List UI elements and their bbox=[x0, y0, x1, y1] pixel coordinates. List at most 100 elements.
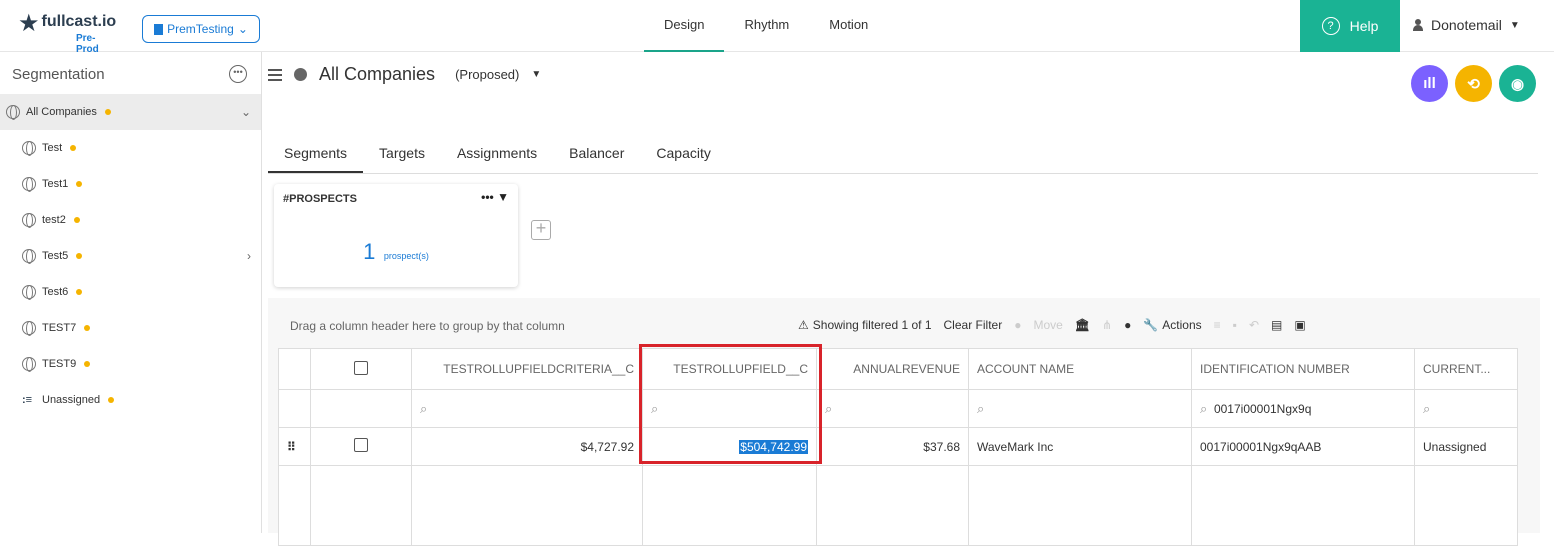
sidebar-item-test9[interactable]: TEST9 bbox=[0, 346, 261, 382]
main-nav: Design Rhythm Motion bbox=[644, 0, 888, 52]
filter-cell[interactable]: ⌕ bbox=[642, 389, 817, 428]
rollup-cell[interactable]: $504,742.99 bbox=[642, 427, 817, 466]
drag-handle-icon[interactable]: ⠿ bbox=[287, 440, 296, 454]
status-dot bbox=[76, 289, 83, 295]
wrench-icon[interactable]: 🔧 bbox=[1143, 318, 1158, 332]
filter-icon[interactable]: ▼ bbox=[497, 190, 509, 204]
row-select-cell bbox=[310, 427, 412, 466]
row-checkbox[interactable] bbox=[354, 438, 368, 452]
ellipsis-icon[interactable]: ••• bbox=[481, 190, 494, 204]
header-row: TESTROLLUPFIELDCRITERIA__C TESTROLLUPFIE… bbox=[278, 348, 1518, 390]
empty-row bbox=[278, 465, 1518, 546]
clear-filter-button[interactable]: Clear Filter bbox=[944, 318, 1003, 332]
id-number-cell[interactable]: 0017i00001Ngx9qAAB bbox=[1191, 427, 1415, 466]
criteria-cell[interactable]: $4,727.92 bbox=[411, 427, 643, 466]
globe-icon bbox=[22, 141, 36, 156]
project-selector-button[interactable]: PremTesting ⌄ bbox=[142, 15, 260, 43]
tab-segments[interactable]: Segments bbox=[268, 136, 364, 173]
empty-cell bbox=[1191, 465, 1415, 546]
sidebar-header: Segmentation ••• bbox=[0, 52, 261, 94]
row-drag-handle[interactable]: ⠿ bbox=[278, 427, 311, 466]
filter-cell[interactable]: ⌕ bbox=[816, 389, 969, 428]
sidebar-item-unassigned[interactable]: :≡ Unassigned bbox=[0, 382, 261, 418]
eye-icon[interactable]: ◉ bbox=[1499, 65, 1536, 102]
save-icon[interactable]: ▪ bbox=[1233, 318, 1237, 332]
sidebar-item-all-companies[interactable]: All Companies ⌄ bbox=[0, 94, 261, 130]
nav-rhythm[interactable]: Rhythm bbox=[724, 0, 809, 52]
move-button[interactable]: Move bbox=[1033, 318, 1062, 332]
tab-balancer[interactable]: Balancer bbox=[553, 136, 640, 173]
column-header[interactable]: ANNUALREVENUE bbox=[816, 348, 969, 390]
column-header[interactable]: CURRENT... bbox=[1414, 348, 1518, 390]
sidebar-item-test1[interactable]: Test1 bbox=[0, 166, 261, 202]
tab-assignments[interactable]: Assignments bbox=[441, 136, 553, 173]
fullcast-logo[interactable]: ★ fullcast.io Pre-Prod bbox=[18, 12, 116, 56]
filter-cell bbox=[278, 389, 311, 428]
search-icon: ⌕ bbox=[420, 400, 428, 416]
sidebar-item-test7[interactable]: TEST7 bbox=[0, 310, 261, 346]
search-icon: ⌕ bbox=[1200, 400, 1208, 416]
empty-cell bbox=[278, 465, 311, 546]
actions-button[interactable]: Actions bbox=[1162, 318, 1201, 332]
tab-targets[interactable]: Targets bbox=[363, 136, 441, 173]
column-header[interactable]: TESTROLLUPFIELDCRITERIA__C bbox=[411, 348, 643, 390]
id-filter-value[interactable]: 0017i00001Ngx9q bbox=[1214, 402, 1311, 416]
segmentation-sidebar: Segmentation ••• All Companies ⌄ Test Te… bbox=[0, 52, 262, 533]
nav-motion[interactable]: Motion bbox=[809, 0, 888, 52]
globe-icon bbox=[22, 321, 36, 336]
help-button[interactable]: ? Help bbox=[1300, 0, 1400, 52]
revenue-cell[interactable]: $37.68 bbox=[816, 427, 969, 466]
prospect-count: 1 prospect(s) bbox=[274, 239, 518, 265]
empty-cell bbox=[310, 465, 412, 546]
comment-icon[interactable]: ● bbox=[1014, 318, 1021, 332]
filter-cell[interactable]: ⌕ bbox=[1414, 389, 1518, 428]
column-header[interactable]: TESTROLLUPFIELD__C bbox=[642, 348, 817, 390]
chevron-down-icon[interactable]: ⌄ bbox=[241, 105, 251, 119]
selected-rollup-value[interactable]: $504,742.99 bbox=[739, 439, 808, 454]
add-card-icon[interactable]: + bbox=[531, 219, 551, 240]
tab-capacity[interactable]: Capacity bbox=[640, 136, 726, 173]
column-header[interactable]: IDENTIFICATION NUMBER bbox=[1191, 348, 1415, 390]
column-header[interactable]: ACCOUNT NAME bbox=[968, 348, 1192, 390]
top-bar: ★ fullcast.io Pre-Prod PremTesting ⌄ Des… bbox=[0, 0, 1554, 56]
sidebar-item-label: Test5 bbox=[42, 250, 69, 262]
column-chooser-icon[interactable]: ▣ bbox=[1294, 318, 1305, 332]
sort-icon[interactable]: ≡ bbox=[1214, 318, 1221, 332]
select-all-checkbox[interactable] bbox=[354, 360, 368, 375]
current-cell[interactable]: Unassigned bbox=[1414, 427, 1518, 466]
filter-cell[interactable]: ⌕ bbox=[411, 389, 643, 428]
globe-icon bbox=[6, 105, 20, 120]
user-menu[interactable]: Donotemail ▼ bbox=[1413, 17, 1520, 33]
circle-icon[interactable]: ● bbox=[1124, 318, 1131, 332]
sidebar-item-label: TEST7 bbox=[42, 322, 77, 334]
nav-design[interactable]: Design bbox=[644, 0, 725, 52]
scenario-status[interactable]: (Proposed) bbox=[455, 67, 519, 82]
project-name: PremTesting bbox=[167, 22, 234, 36]
empty-cell bbox=[968, 465, 1192, 546]
list-icon: :≡ bbox=[22, 394, 33, 406]
analytics-icon[interactable]: ıll bbox=[1411, 65, 1448, 102]
sidebar-item-test2[interactable]: test2 bbox=[0, 202, 261, 238]
undo-icon[interactable]: ↶ bbox=[1249, 318, 1259, 332]
sidebar-item-test6[interactable]: Test6 bbox=[0, 274, 261, 310]
filter-row: ⌕ ⌕ ⌕ ⌕ ⌕ 0017i00001Ngx9q ⌕ bbox=[278, 389, 1518, 428]
filter-cell[interactable]: ⌕ bbox=[968, 389, 1192, 428]
empty-cell bbox=[1414, 465, 1518, 546]
export-icon[interactable]: ▤ bbox=[1271, 318, 1282, 332]
history-icon[interactable]: ⟲ bbox=[1455, 65, 1492, 102]
table-row[interactable]: ⠿ $4,727.92 $504,742.99 $37.68 WaveMark … bbox=[278, 427, 1518, 466]
chevron-right-icon[interactable]: › bbox=[247, 249, 251, 263]
filter-cell[interactable]: ⌕ 0017i00001Ngx9q bbox=[1191, 389, 1415, 428]
handle-header bbox=[278, 348, 311, 390]
bank-icon[interactable]: 🏛 bbox=[1075, 318, 1090, 332]
more-options-icon[interactable]: ••• bbox=[229, 65, 247, 83]
sidebar-item-test[interactable]: Test bbox=[0, 130, 261, 166]
segment-grid: TESTROLLUPFIELDCRITERIA__C TESTROLLUPFIE… bbox=[278, 348, 1518, 546]
prospects-card[interactable]: #PROSPECTS ••• ▼ 1 prospect(s) bbox=[274, 184, 518, 287]
sidebar-item-test5[interactable]: Test5 › bbox=[0, 238, 261, 274]
hierarchy-icon[interactable]: ⋔ bbox=[1102, 318, 1112, 332]
account-name-cell[interactable]: WaveMark Inc bbox=[968, 427, 1192, 466]
menu-icon[interactable] bbox=[268, 68, 282, 81]
caret-down-icon[interactable]: ▼ bbox=[531, 69, 541, 80]
grid-toolbar: ⚠ Showing filtered 1 of 1 Clear Filter ●… bbox=[798, 318, 1306, 332]
